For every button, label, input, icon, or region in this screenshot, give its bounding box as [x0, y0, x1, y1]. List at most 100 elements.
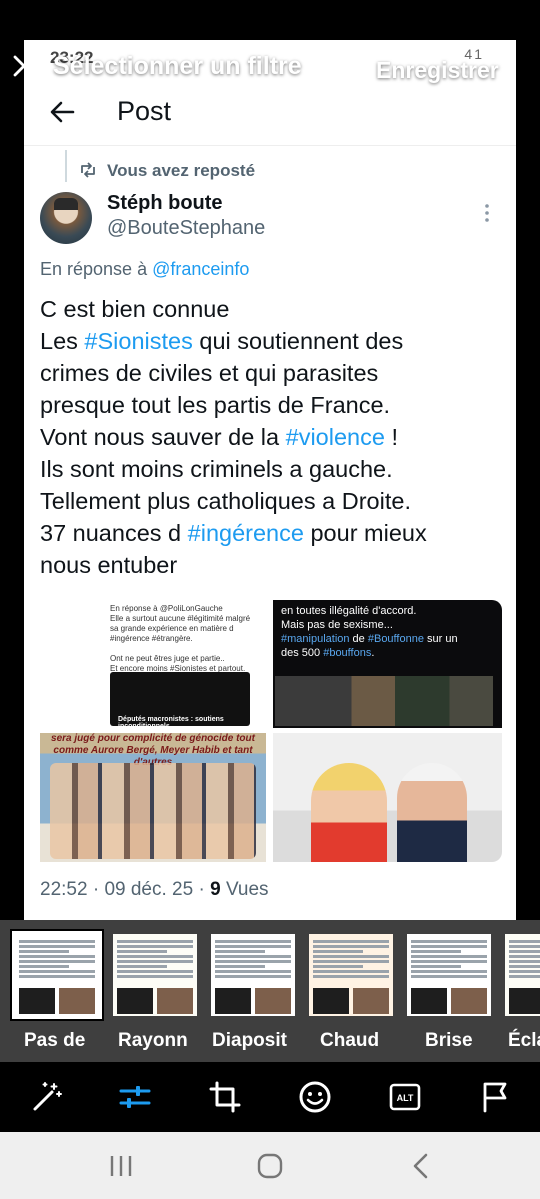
- avatar: [40, 192, 92, 244]
- thumbnail-image: [313, 988, 349, 1014]
- media-4-person-1: [311, 763, 387, 862]
- thumbnail-text-line: [19, 950, 69, 953]
- filter-label[interactable]: Brise: [425, 1030, 473, 1052]
- reply-prefix: En réponse à: [40, 259, 153, 279]
- media-image-1: En réponse à @PoliLonGauche Elle a surto…: [40, 600, 266, 728]
- home-icon[interactable]: [255, 1152, 285, 1180]
- close-icon[interactable]: [12, 54, 36, 78]
- media-2-text-d: .: [371, 647, 375, 659]
- filter-label[interactable]: Diaposit: [212, 1030, 287, 1052]
- repost-icon: [81, 162, 95, 178]
- thumbnail-text-line: [313, 945, 389, 948]
- filter-label[interactable]: Pas de: [24, 1030, 85, 1052]
- thumbnail-text-line: [313, 940, 389, 943]
- save-button[interactable]: Enregistrer: [376, 57, 499, 84]
- post-body: C est bien connue Les #Sionistes qui sout…: [40, 293, 508, 581]
- recent-apps-icon[interactable]: [106, 1152, 136, 1180]
- post-line: Ils sont moins criminels a gauche.: [40, 456, 393, 482]
- filter-label[interactable]: Chaud: [320, 1030, 379, 1052]
- thumbnail-text-line: [117, 955, 193, 958]
- media-1-caption: Députés macronistes : soutiens inconditi…: [118, 716, 224, 728]
- media-grid: En réponse à @PoliLonGauche Elle a surto…: [40, 598, 502, 862]
- thumbnail-text-line: [215, 940, 291, 943]
- thumbnail-text-line: [19, 965, 69, 968]
- alt-text-icon[interactable]: ALT: [388, 1080, 422, 1114]
- thumbnail-image: [117, 988, 153, 1014]
- post-text-segment: Les: [40, 328, 85, 354]
- thumbnail-image: [509, 988, 540, 1014]
- post-text-segment: pour mieux: [303, 520, 427, 546]
- thumbnail-image: [19, 988, 55, 1014]
- reply-context: En réponse à @franceinfo: [40, 259, 249, 280]
- filter-thumbnail[interactable]: [12, 931, 102, 1019]
- post-line: presque tout les partis de France.: [40, 392, 391, 418]
- post-text-segment: qui soutiennent des: [192, 328, 404, 354]
- thumbnail-text-line: [509, 945, 540, 948]
- thumbnail-text-line: [411, 960, 487, 963]
- filter-label[interactable]: Rayonn: [118, 1030, 188, 1052]
- post-line: crimes de civiles et qui parasites: [40, 360, 379, 386]
- media-2-tag-2: #Bouffonne: [367, 633, 424, 645]
- alt-label: ALT: [397, 1093, 414, 1103]
- author-name: Stéph boute: [107, 192, 223, 214]
- views-label: Vues: [225, 879, 269, 900]
- thumbnail-text-line: [215, 965, 265, 968]
- media-image-4: [273, 733, 502, 862]
- edit-toolbar: ALT: [0, 1062, 540, 1132]
- media-2-text: en toutes illégalité d'accord. Mais pas …: [281, 604, 497, 660]
- more-options-icon: [485, 204, 489, 222]
- hashtag-link[interactable]: #Sionistes: [84, 328, 192, 354]
- media-image-3: sera jugé pour complicité de génocide to…: [40, 733, 266, 862]
- views-count: 9: [210, 879, 221, 900]
- thumbnail-text-line: [313, 960, 389, 963]
- system-nav-bar: [0, 1132, 540, 1199]
- thumbnail-text-line: [509, 965, 540, 968]
- repost-label: Vous avez reposté: [107, 161, 256, 180]
- thumbnail-text-line: [19, 970, 95, 973]
- post-text-segment: !: [384, 424, 398, 450]
- crop-icon[interactable]: [208, 1080, 242, 1114]
- thumbnail-text-line: [215, 950, 265, 953]
- thumbnail-text-line: [509, 960, 540, 963]
- post-preview: 23:22 41 Post Vous avez reposté Stéph bo…: [24, 40, 516, 920]
- thumbnail-text-line: [117, 970, 193, 973]
- thumbnail-text-line: [215, 955, 291, 958]
- hashtag-link[interactable]: #ingérence: [188, 520, 304, 546]
- filter-thumbnail[interactable]: [309, 934, 393, 1016]
- sliders-icon[interactable]: [118, 1080, 152, 1114]
- thumbnail-image: [255, 988, 291, 1014]
- hashtag-link[interactable]: #violence: [286, 424, 385, 450]
- thumbnail-text-line: [117, 945, 193, 948]
- thumbnail-image: [451, 988, 487, 1014]
- thumbnail-text-line: [215, 960, 291, 963]
- page-title: Post: [117, 96, 172, 126]
- reply-mention: @franceinfo: [152, 259, 250, 279]
- post-meta: 22:52 · 09 déc. 25 · 9 Vues: [40, 879, 269, 900]
- media-4-person-2: [397, 763, 467, 862]
- author-handle: @BouteStephane: [107, 217, 266, 239]
- thumbnail-text-line: [411, 940, 487, 943]
- thumbnail-text-line: [19, 955, 95, 958]
- thumbnail-text-line: [117, 975, 193, 978]
- post-text-segment: 37 nuances d: [40, 520, 188, 546]
- thumbnail-text-line: [117, 940, 193, 943]
- filter-label[interactable]: Écla: [508, 1030, 540, 1052]
- thumbnail-text-line: [411, 945, 487, 948]
- post-line: Les #Sionistes qui soutiennent des: [40, 325, 508, 357]
- filter-thumbnail[interactable]: [211, 934, 295, 1016]
- filter-thumbnail[interactable]: [407, 934, 491, 1016]
- thumbnail-text-line: [411, 975, 487, 978]
- overlay-title: Sélectionner un filtre: [53, 52, 302, 80]
- magic-wand-icon[interactable]: [30, 1080, 64, 1114]
- thumbnail-text-line: [509, 975, 540, 978]
- smiley-icon[interactable]: [298, 1080, 332, 1114]
- filter-thumbnail[interactable]: [505, 934, 540, 1016]
- post-line: 37 nuances d #ingérence pour mieux: [40, 517, 508, 549]
- thumbnail-text-line: [313, 970, 389, 973]
- media-2-photo: [275, 676, 493, 726]
- filter-thumbnail[interactable]: [113, 934, 197, 1016]
- flag-icon[interactable]: [478, 1080, 512, 1114]
- post-line: Tellement plus catholiques a Droite.: [40, 488, 411, 514]
- back-icon[interactable]: [406, 1152, 436, 1180]
- thumbnail-text-line: [509, 970, 540, 973]
